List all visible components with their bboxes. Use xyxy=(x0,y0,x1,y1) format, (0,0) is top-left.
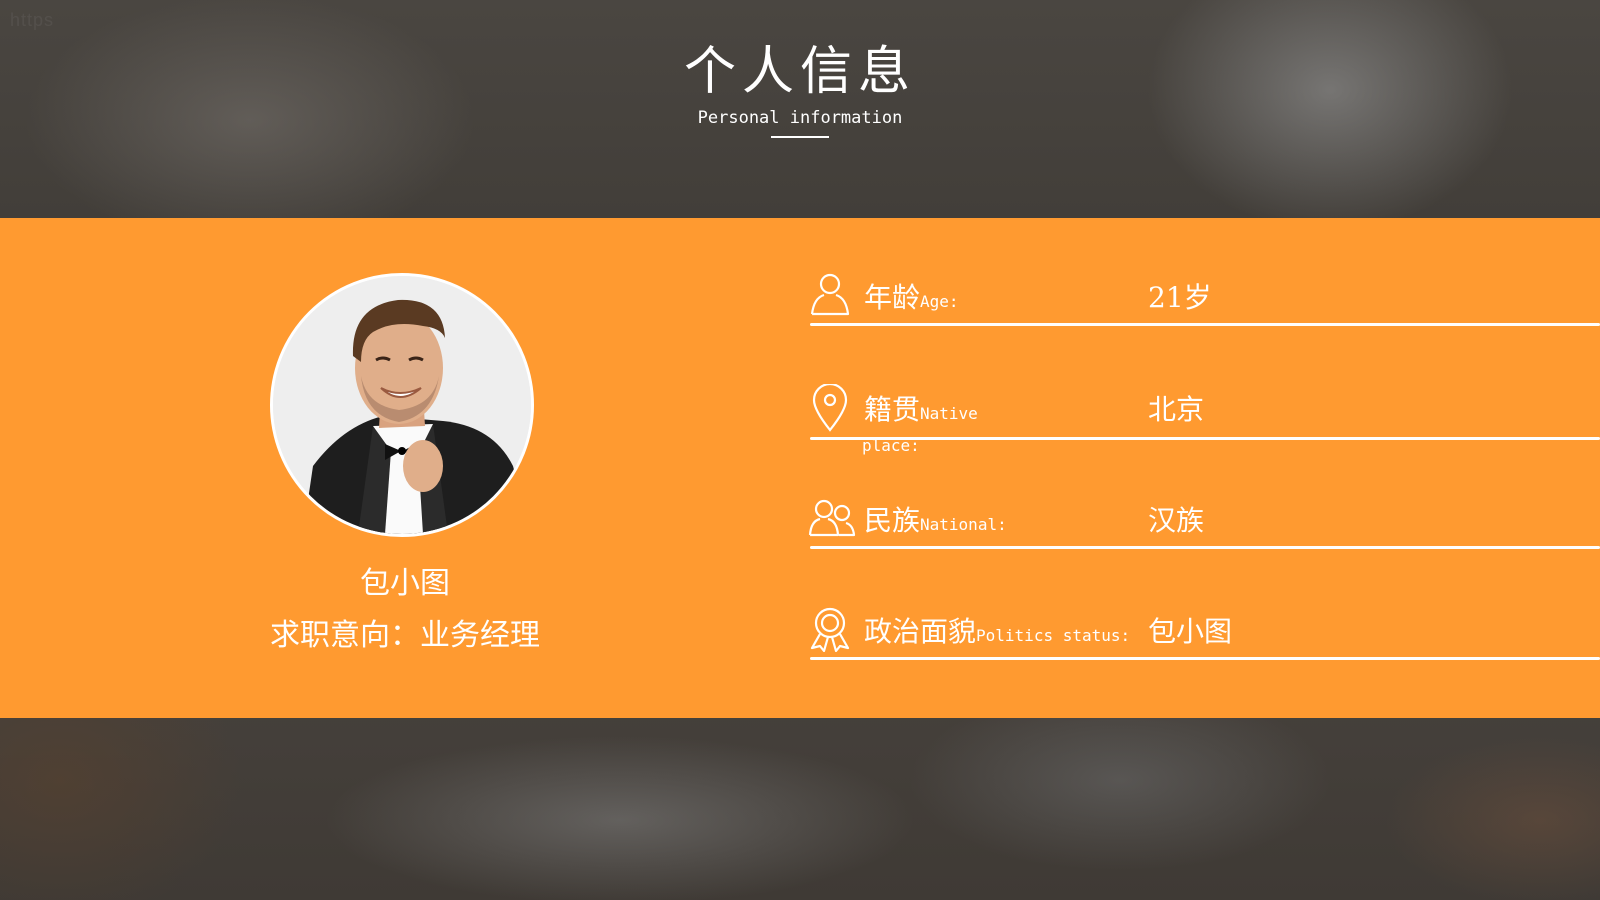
row-divider xyxy=(810,437,1600,440)
row-divider xyxy=(810,657,1600,660)
job-objective: 求职意向：业务经理 xyxy=(270,618,540,653)
location-pin-icon xyxy=(808,382,852,434)
row-divider xyxy=(810,323,1600,326)
title-underline xyxy=(771,136,829,138)
slide: https 个人信息 Personal information 包小图 求职意向… xyxy=(0,0,1600,900)
national-label: 民族National: xyxy=(864,504,1007,537)
group-icon xyxy=(808,495,856,545)
native-place-label-en-1: Native xyxy=(920,404,978,423)
portrait-photo xyxy=(273,276,531,534)
national-value: 汉族 xyxy=(1148,504,1205,537)
native-place-value: 北京 xyxy=(1148,393,1205,426)
title-block: 个人信息 Personal information xyxy=(0,38,1600,138)
avatar xyxy=(270,273,534,537)
age-value: 21岁 xyxy=(1148,281,1212,314)
page-subtitle: Personal information xyxy=(697,108,903,128)
person-icon xyxy=(808,272,852,322)
row-divider xyxy=(810,546,1600,549)
person-name: 包小图 xyxy=(360,566,450,601)
info-row-politics-status: 政治面貌Politics status: 包小图 xyxy=(808,606,1600,676)
page-title: 个人信息 xyxy=(683,42,916,102)
age-label-en: Age: xyxy=(920,292,959,311)
national-label-en: National: xyxy=(920,515,1007,534)
award-ribbon-icon xyxy=(808,606,852,656)
politics-status-label: 政治面貌Politics status: xyxy=(864,615,1131,648)
native-place-label: 籍贯Native xyxy=(864,393,978,426)
info-row-native-place: 籍贯Native place: 北京 xyxy=(808,382,1600,455)
age-label: 年龄Age: xyxy=(864,281,959,314)
watermark: https xyxy=(10,10,55,30)
info-row-age: 年龄Age: 21岁 xyxy=(808,272,1600,342)
info-row-national: 民族National: 汉族 xyxy=(808,495,1600,565)
politics-status-label-en: Politics status: xyxy=(976,626,1131,645)
politics-status-value: 包小图 xyxy=(1148,615,1233,648)
